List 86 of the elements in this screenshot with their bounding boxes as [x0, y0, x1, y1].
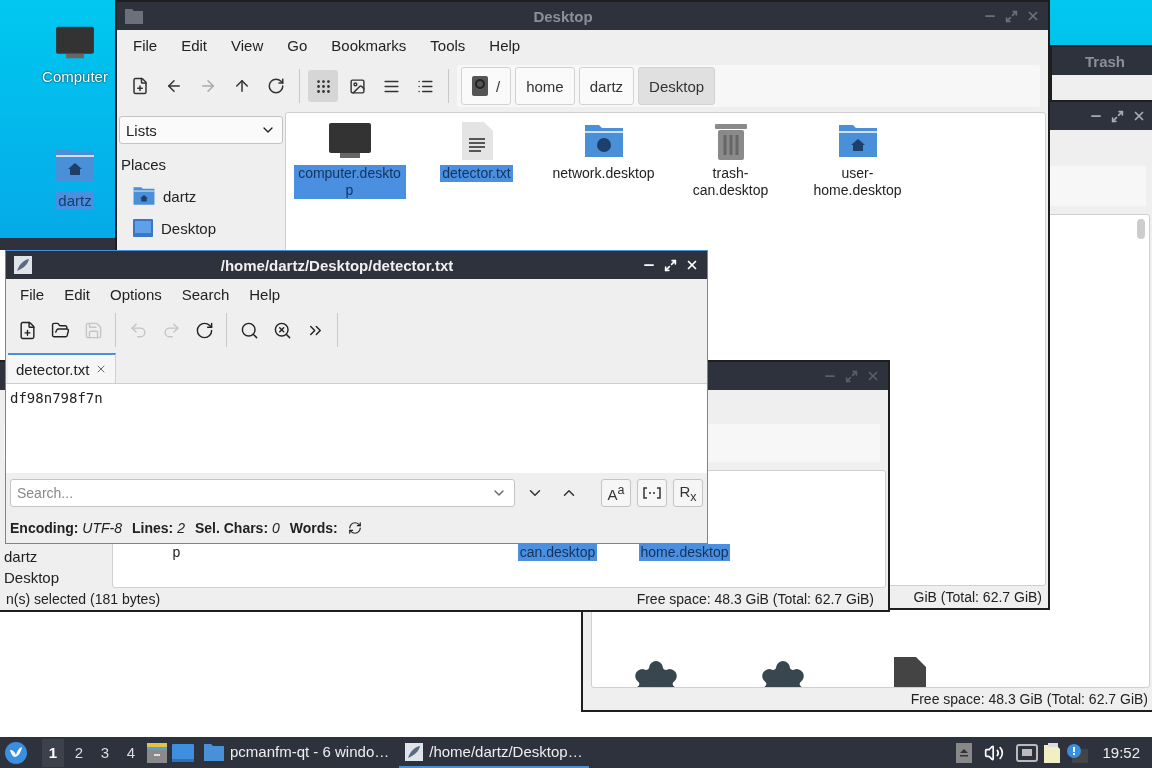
status-text: n(s) selected (181 bytes): [6, 591, 161, 607]
place-item[interactable]: Desktop: [161, 219, 217, 237]
file-name[interactable]: detector.txt: [440, 165, 513, 182]
new-tab-icon: [131, 77, 149, 95]
file-name[interactable]: can.desktop: [517, 544, 598, 561]
title-bar: Trash: [1052, 47, 1152, 75]
image-icon: [348, 77, 366, 95]
desktop-icon: [133, 219, 153, 237]
file-name[interactable]: p: [170, 544, 183, 561]
refresh-icon[interactable]: [347, 521, 362, 535]
notification-icon[interactable]: [1066, 742, 1089, 763]
menu-item[interactable]: File: [10, 285, 55, 303]
section-heading: Places: [120, 155, 168, 175]
search-option-button[interactable]: R$_{x}$: [673, 479, 703, 507]
reload-icon: [267, 77, 285, 95]
place-item[interactable]: dartz: [4, 548, 38, 565]
feather-icon: [14, 256, 32, 274]
tab[interactable]: detector.txt: [8, 353, 117, 383]
feather-icon: [405, 742, 424, 761]
maximize-icon[interactable]: [1111, 109, 1124, 123]
side-pane-select[interactable]: Lists: [119, 116, 283, 144]
file-name[interactable]: user-home.desktop: [801, 165, 914, 199]
network-icon[interactable]: [1016, 743, 1039, 762]
document-icon: [893, 657, 926, 687]
workspace-button[interactable]: 2: [68, 738, 90, 767]
status-item: Sel. Chars: 0: [194, 520, 280, 536]
clock: 19:52: [1102, 744, 1140, 761]
path-button[interactable]: dartz: [578, 67, 635, 105]
status-text: Free space: 48.3 GiB (Total: 62.7 GiB): [636, 591, 874, 607]
workspace-button[interactable]: 1: [42, 738, 64, 767]
home-folder-icon: [133, 185, 155, 207]
file-name[interactable]: home.desktop: [638, 544, 731, 561]
arrow-right-icon: [199, 77, 217, 95]
view-mode-button[interactable]: [308, 70, 338, 102]
status-item: Lines: 2: [132, 520, 185, 536]
place-item[interactable]: dartz: [163, 187, 197, 205]
window-title: Desktop: [532, 7, 594, 25]
menu-item[interactable]: Search: [171, 285, 240, 303]
close-icon[interactable]: [685, 258, 699, 272]
status-text: GiB (Total: 62.7 GiB): [913, 589, 1042, 605]
menu-item[interactable]: Tools: [418, 36, 478, 54]
folder-icon: [204, 742, 224, 761]
menu-item[interactable]: File: [121, 36, 170, 54]
status-item: Encoding: UTF-8: [10, 520, 122, 536]
file-name[interactable]: network.desktop: [550, 165, 657, 182]
file-cabinet-icon[interactable]: [146, 741, 168, 764]
whole-word-button[interactable]: [637, 479, 667, 507]
menu-item[interactable]: Help: [239, 285, 291, 303]
menu-item[interactable]: Go: [275, 36, 320, 54]
whole-word-icon: [643, 487, 661, 499]
search-option-button[interactable]: A$^{a}$: [601, 479, 631, 507]
menu-item[interactable]: Bookmarks: [319, 36, 419, 54]
menu-item[interactable]: Options: [100, 285, 172, 303]
drive-icon: [472, 76, 488, 96]
taskbar-task[interactable]: pcmanfm-qt - 6 windo…: [198, 737, 396, 768]
close-icon[interactable]: [1132, 109, 1146, 123]
workspace-button[interactable]: 4: [120, 738, 142, 767]
menu-item[interactable]: Edit: [54, 285, 101, 303]
taskbar-task[interactable]: /home/dartz/Desktop…: [399, 737, 589, 768]
workspace-button[interactable]: 3: [94, 738, 116, 767]
menu-item[interactable]: View: [219, 36, 276, 54]
monitor-icon: [54, 25, 96, 61]
file-name[interactable]: computer.desktop: [293, 165, 406, 199]
menu-item[interactable]: Help: [477, 36, 533, 54]
path-button[interactable]: home: [515, 67, 575, 105]
maximize-icon[interactable]: [664, 258, 677, 272]
folder-icon: [125, 8, 143, 24]
window-title: /home/dartz/Desktop/detector.txt: [219, 256, 455, 274]
text-content[interactable]: df98n798f7n: [6, 384, 707, 473]
menu-item[interactable]: Edit: [169, 36, 220, 54]
text-file-icon: [459, 121, 494, 161]
notes-icon[interactable]: [1042, 741, 1063, 764]
monitor-icon: [327, 121, 372, 161]
status-item: Words:: [289, 520, 338, 536]
search-field[interactable]: Search...: [10, 479, 515, 507]
status-text: Free space: 48.3 GiB (Total: 62.7 GiB): [910, 691, 1148, 707]
start-menu-icon[interactable]: [4, 740, 28, 765]
show-desktop-icon[interactable]: [172, 743, 194, 762]
file-name[interactable]: trash-can.desktop: [674, 165, 787, 199]
grid-icon: [314, 77, 332, 95]
path-button[interactable]: /: [461, 67, 512, 105]
volume-icon[interactable]: [984, 742, 1005, 763]
scrollbar-thumb[interactable]: [1137, 219, 1145, 239]
place-item[interactable]: Desktop: [4, 569, 60, 586]
path-button[interactable]: Desktop: [638, 67, 716, 105]
eject-icon[interactable]: [956, 742, 973, 763]
